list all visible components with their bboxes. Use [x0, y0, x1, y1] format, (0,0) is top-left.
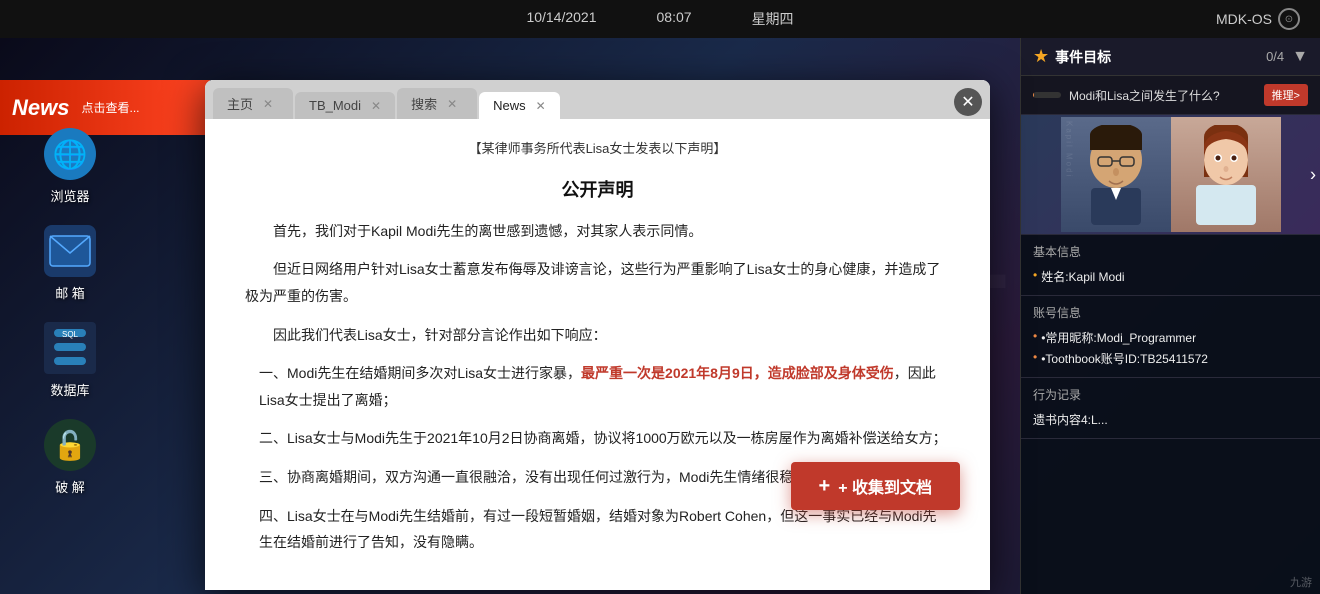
behavior-title: 行为记录	[1033, 386, 1308, 403]
event-count: 0/4	[1266, 49, 1284, 64]
behavior-section: 行为记录 遗书内容4:L...	[1021, 378, 1320, 439]
event-header: ★ 事件目标 0/4 ▼	[1021, 38, 1320, 76]
person-bg: Kapil Modi	[1021, 115, 1320, 234]
dot-icon-2: •	[1033, 350, 1037, 367]
behavior-text: 遗书内容4:L...	[1033, 411, 1108, 428]
article-para-2: 但近日网络用户针对Lisa女士蓄意发布侮辱及诽谤言论，这些行为严重影响了Lisa…	[245, 256, 950, 309]
crack-icon-label: 破 解	[55, 477, 85, 496]
desktop-icon-browser[interactable]: 🌐 浏览器	[20, 128, 120, 205]
tab-home-label: 主页	[227, 94, 253, 113]
collect-plus-icon: +	[819, 475, 831, 498]
tab-news-close[interactable]: ✕	[536, 99, 546, 113]
desktop-icons: 🌐 浏览器 邮 箱 SQL 数据库	[0, 38, 140, 594]
tab-tb-modi-close[interactable]: ✕	[371, 99, 381, 113]
desktop-icon-crack[interactable]: 🔓 破 解	[20, 419, 120, 496]
desktop-icon-database[interactable]: SQL 数据库	[20, 322, 120, 399]
desktop-icon-email[interactable]: 邮 箱	[20, 225, 120, 302]
browser-tabs: 主页 ✕ TB_Modi ✕ 搜索 ✕ News ✕	[205, 80, 990, 119]
article-para-3: 因此我们代表Lisa女士，针对部分言论作出如下响应：	[245, 322, 950, 349]
tab-home-close[interactable]: ✕	[263, 97, 273, 111]
card-arrow[interactable]: ›	[1306, 160, 1320, 189]
os-icon: ⊙	[1278, 8, 1300, 30]
article-para-1: 首先，我们对于Kapil Modi先生的离世感到遗憾，对其家人表示同情。	[245, 218, 950, 245]
article-point-1: 一、Modi先生在结婚期间多次对Lisa女士进行家暴，最严重一次是2021年8月…	[245, 360, 950, 413]
tab-tb-modi-label: TB_Modi	[309, 98, 361, 113]
time-display: 08:07	[657, 9, 692, 29]
top-bar: 10/14/2021 08:07 星期四 MDK-OS ⊙	[0, 0, 1320, 38]
event-title: 事件目标	[1055, 47, 1111, 67]
tab-news-label: News	[493, 98, 526, 113]
browser-content[interactable]: 【某律师事务所代表Lisa女士发表以下声明】 公开声明 首先，我们对于Kapil…	[205, 119, 990, 590]
toothbook-item: • •Toothbook账号ID:TB25411572	[1033, 348, 1308, 369]
collect-button-label: + 收集到文档	[838, 474, 932, 498]
name-label: 姓名:Kapil Modi	[1041, 268, 1124, 285]
collect-button-container: + + 收集到文档	[791, 462, 960, 510]
event-question-row: Modi和Lisa之间发生了什么? 推理>	[1021, 76, 1320, 115]
right-panel: ★ 事件目标 0/4 ▼ Modi和Lisa之间发生了什么? 推理> Kapil…	[1020, 38, 1320, 594]
tab-search-label: 搜索	[411, 94, 437, 113]
browser-window: ✕ 主页 ✕ TB_Modi ✕ 搜索 ✕ News ✕	[205, 80, 990, 590]
basic-info-section: 基本信息 • 姓名:Kapil Modi	[1021, 235, 1320, 296]
collect-button[interactable]: + + 收集到文档	[791, 462, 960, 510]
event-chevron-icon[interactable]: ▼	[1292, 48, 1308, 66]
desktop: NGER OUT News 点击查看... 🌐 浏览器 邮 箱	[0, 38, 1320, 594]
tab-tb-modi[interactable]: TB_Modi ✕	[295, 92, 395, 119]
progress-bar	[1033, 92, 1061, 98]
browser-close-button[interactable]: ✕	[954, 88, 982, 116]
watermark-text: 九游	[1290, 577, 1312, 589]
tab-search[interactable]: 搜索 ✕	[397, 88, 477, 119]
progress-fill	[1033, 92, 1034, 98]
tab-news[interactable]: News ✕	[479, 92, 560, 119]
account-info-title: 账号信息	[1033, 304, 1308, 321]
nickname-label: •常用昵称:Modi_Programmer	[1041, 329, 1196, 346]
database-icon-label: 数据库	[50, 380, 89, 399]
highlight-1: 最严重一次是2021年8月9日，造成脸部及身体受伤	[581, 365, 894, 381]
bullet-icon: •	[1033, 268, 1037, 285]
basic-info-title: 基本信息	[1033, 243, 1308, 260]
event-star-icon: ★	[1033, 46, 1049, 67]
account-info-section: 账号信息 • •常用昵称:Modi_Programmer • •Toothboo…	[1021, 296, 1320, 378]
article-point-4: 四、Lisa女士在与Modi先生结婚前，有过一段短暂婚姻，结婚对象为Robert…	[245, 503, 950, 556]
tab-home[interactable]: 主页 ✕	[213, 88, 293, 119]
person-card: Kapil Modi	[1021, 115, 1320, 235]
name-info-item: • 姓名:Kapil Modi	[1033, 266, 1308, 287]
article-header: 【某律师事务所代表Lisa女士发表以下声明】	[245, 139, 950, 160]
weekday-display: 星期四	[752, 9, 794, 29]
behavior-item: 遗书内容4:L...	[1033, 409, 1308, 430]
article-point-2: 二、Lisa女士与Modi先生于2021年10月2日协商离婚，协议将1000万欧…	[245, 425, 950, 452]
recommend-button[interactable]: 推理>	[1264, 84, 1308, 106]
svg-text:SQL: SQL	[62, 330, 79, 339]
article-title: 公开声明	[245, 176, 950, 202]
browser-icon-label: 浏览器	[50, 186, 89, 205]
date-display: 10/14/2021	[526, 9, 596, 29]
watermark: 九游	[1290, 574, 1312, 590]
nickname-item: • •常用昵称:Modi_Programmer	[1033, 327, 1308, 348]
tab-search-close[interactable]: ✕	[447, 97, 457, 111]
os-label: MDK-OS	[1216, 11, 1272, 27]
toothbook-label: •Toothbook账号ID:TB25411572	[1041, 350, 1208, 367]
event-question-text: Modi和Lisa之间发生了什么?	[1069, 87, 1220, 104]
dot-icon-1: •	[1033, 329, 1037, 346]
email-icon-label: 邮 箱	[55, 283, 85, 302]
